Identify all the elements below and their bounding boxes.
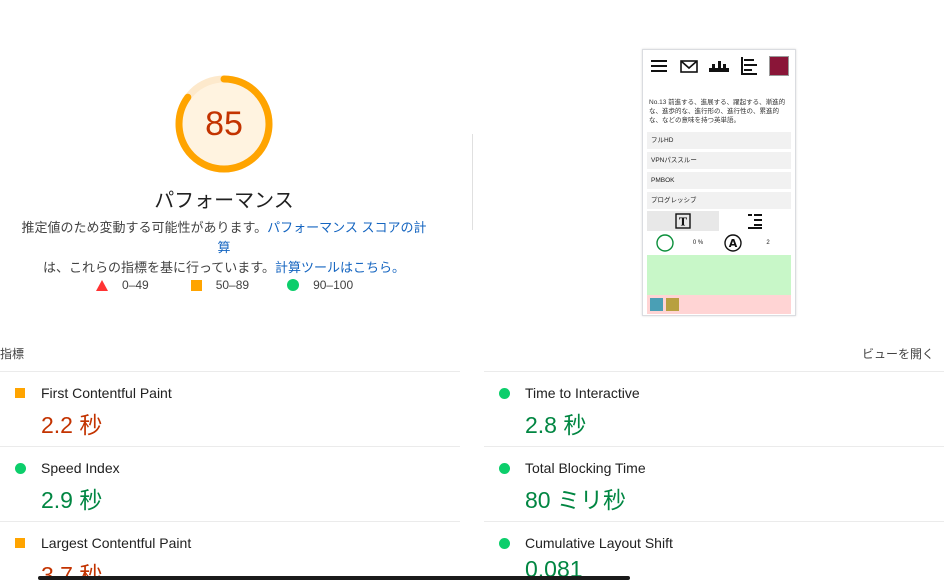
metric-name: Speed Index bbox=[41, 460, 120, 476]
performance-description: 推定値のため変動する可能性があります。パフォーマンス スコアの計算 は、これらの… bbox=[20, 218, 428, 278]
svg-text:T: T bbox=[679, 216, 688, 229]
thumb-row: PMBOK bbox=[647, 172, 791, 189]
thumb-row: VPNパススルー bbox=[647, 152, 791, 169]
performance-score: 85 bbox=[205, 104, 243, 143]
horizontal-scrollbar[interactable] bbox=[38, 576, 630, 580]
average-square-icon bbox=[15, 538, 25, 548]
legend-fail-label: 0–49 bbox=[122, 278, 149, 292]
calculator-link[interactable]: 計算ツールはこちら。 bbox=[275, 260, 405, 275]
legend-fail: 0–49 bbox=[96, 278, 149, 292]
pass-circle-icon bbox=[499, 538, 510, 549]
metrics-heading: 指標 bbox=[0, 347, 25, 361]
thumb-stat-count: 2 bbox=[766, 240, 770, 246]
thumb-stat-percent: 0 % bbox=[692, 240, 704, 246]
square-icon bbox=[190, 279, 202, 291]
thumb-stats: 0 % A 2 bbox=[647, 233, 791, 253]
metric-name: Largest Contentful Paint bbox=[41, 535, 192, 551]
pass-circle-icon bbox=[499, 388, 510, 399]
metric-largest-contentful-paint: Largest Contentful Paint 3.7 秒 bbox=[0, 521, 460, 580]
triangle-icon bbox=[96, 279, 108, 291]
vertical-divider bbox=[472, 134, 473, 230]
thumb-icons-row: T bbox=[647, 211, 791, 231]
list-icon bbox=[739, 56, 759, 76]
letter-a-icon: A bbox=[713, 234, 753, 252]
circle-icon bbox=[287, 279, 300, 291]
list-tool-icon bbox=[719, 211, 791, 231]
thumb-row: フルHD bbox=[647, 132, 791, 149]
metrics-right-column: Time to Interactive 2.8 秒 Total Blocking… bbox=[484, 371, 944, 580]
metric-speed-index: Speed Index 2.9 秒 bbox=[0, 446, 460, 521]
expand-view-toggle[interactable]: ビューを開く bbox=[862, 345, 934, 362]
thumb-header bbox=[643, 50, 795, 78]
chart-icon bbox=[709, 56, 729, 76]
legend-average: 50–89 bbox=[190, 278, 250, 292]
legend-average-label: 50–89 bbox=[215, 278, 250, 292]
score-legend: 0–49 50–89 90–100 bbox=[96, 278, 389, 292]
metric-time-to-interactive: Time to Interactive 2.8 秒 bbox=[484, 371, 944, 446]
legend-pass: 90–100 bbox=[287, 278, 353, 292]
thumb-green-block bbox=[647, 255, 791, 295]
mail-icon bbox=[679, 56, 699, 76]
circle-outline-icon bbox=[647, 234, 683, 252]
metric-name: First Contentful Paint bbox=[41, 385, 172, 401]
pass-circle-icon bbox=[499, 463, 510, 474]
final-screenshot[interactable]: No.13 前進する、進展する、躍起する、漸進的な、進歩的な、進行形の、進行性の… bbox=[642, 49, 796, 316]
thumb-image bbox=[650, 298, 663, 311]
metrics-left-column: First Contentful Paint 2.2 秒 Speed Index… bbox=[0, 371, 460, 580]
thumb-description: No.13 前進する、進展する、躍起する、漸進的な、進歩的な、進行形の、進行性の… bbox=[649, 99, 786, 124]
performance-gauge[interactable]: 85 bbox=[174, 74, 274, 174]
metric-name: Cumulative Layout Shift bbox=[525, 535, 673, 551]
performance-title: パフォーマンス bbox=[154, 190, 294, 212]
pass-circle-icon bbox=[15, 463, 26, 474]
metric-value: 2.9 秒 bbox=[41, 487, 103, 513]
metric-name: Total Blocking Time bbox=[525, 460, 646, 476]
thumb-row: プログレッシブ bbox=[647, 192, 791, 209]
metric-value: 2.8 秒 bbox=[525, 412, 587, 438]
metric-cumulative-layout-shift: Cumulative Layout Shift 0.081 bbox=[484, 521, 944, 580]
thumb-image bbox=[666, 298, 679, 311]
metric-name: Time to Interactive bbox=[525, 385, 640, 401]
thumb-red-block bbox=[647, 295, 791, 314]
legend-pass-label: 90–100 bbox=[313, 278, 354, 292]
metric-value: 2.2 秒 bbox=[41, 412, 103, 438]
lighthouse-report: 85 パフォーマンス 推定値のため変動する可能性があります。パフォーマンス スコ… bbox=[0, 0, 944, 580]
metric-first-contentful-paint: First Contentful Paint 2.2 秒 bbox=[0, 371, 460, 446]
desc-middle: は、これらの指標を基に行っています。 bbox=[42, 260, 276, 275]
metric-value: 80 ミリ秒 bbox=[525, 487, 626, 513]
svg-text:A: A bbox=[729, 237, 738, 250]
desc-prefix: 推定値のため変動する可能性があります。 bbox=[21, 220, 268, 235]
menu-icon bbox=[649, 56, 669, 76]
avatar bbox=[769, 56, 789, 76]
text-tool-icon: T bbox=[647, 211, 719, 231]
metric-total-blocking-time: Total Blocking Time 80 ミリ秒 bbox=[484, 446, 944, 521]
average-square-icon bbox=[15, 388, 25, 398]
